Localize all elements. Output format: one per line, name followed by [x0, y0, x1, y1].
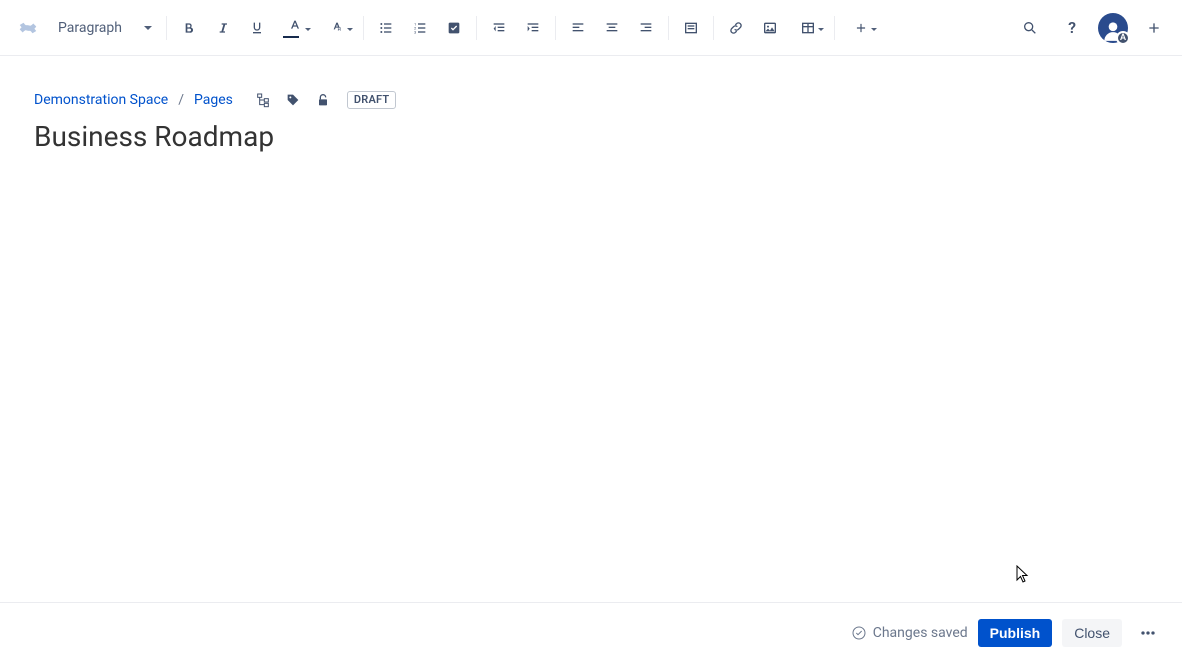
text-color-button[interactable] [275, 12, 315, 44]
insert-more-button[interactable] [841, 12, 881, 44]
search-icon [1022, 20, 1038, 36]
unlock-icon [315, 92, 331, 108]
search-button[interactable] [1014, 12, 1046, 44]
breadcrumb-space-link[interactable]: Demonstration Space [34, 92, 168, 108]
toolbar-separator [668, 16, 669, 40]
bullet-list-button[interactable] [370, 12, 402, 44]
breadcrumb-pages-link[interactable]: Pages [194, 92, 233, 108]
toolbar-separator [166, 16, 167, 40]
align-center-button[interactable] [596, 12, 628, 44]
align-right-button[interactable] [630, 12, 662, 44]
save-status: Changes saved [851, 625, 968, 641]
app-logo [16, 16, 40, 40]
editor-content: Demonstration Space / Pages DRAFT Busine… [0, 56, 1182, 154]
page-location-button[interactable] [253, 90, 273, 110]
breadcrumb-separator: / [178, 92, 184, 108]
page-title-input[interactable]: Business Roadmap [34, 120, 1148, 154]
restrictions-button[interactable] [313, 90, 333, 110]
toolbar-separator [713, 16, 714, 40]
chevron-down-icon [144, 26, 152, 30]
breadcrumb: Demonstration Space / Pages DRAFT [34, 90, 1148, 110]
underline-button[interactable] [241, 12, 273, 44]
toolbar-separator [834, 16, 835, 40]
draft-badge: DRAFT [347, 91, 396, 109]
editor-toolbar: Paragraph 123 [0, 0, 1182, 56]
save-status-text: Changes saved [873, 625, 968, 641]
outdent-button[interactable] [483, 12, 515, 44]
align-left-button[interactable] [562, 12, 594, 44]
link-button[interactable] [720, 12, 752, 44]
plus-icon [1146, 20, 1162, 36]
image-button[interactable] [754, 12, 786, 44]
labels-button[interactable] [283, 90, 303, 110]
paragraph-style-dropdown[interactable]: Paragraph [52, 16, 160, 40]
indent-button[interactable] [517, 12, 549, 44]
check-circle-icon [851, 625, 867, 641]
bold-button[interactable] [173, 12, 205, 44]
task-list-button[interactable] [438, 12, 470, 44]
toolbar-separator [476, 16, 477, 40]
tree-icon [255, 92, 271, 108]
help-button[interactable]: ? [1056, 12, 1088, 44]
numbered-list-button[interactable]: 123 [404, 12, 436, 44]
tag-icon [285, 92, 301, 108]
table-button[interactable] [788, 12, 828, 44]
more-actions-button[interactable] [1132, 617, 1164, 649]
paragraph-style-label: Paragraph [58, 20, 122, 36]
avatar-badge: A [1116, 31, 1130, 45]
invite-button[interactable] [1138, 12, 1170, 44]
svg-text:3: 3 [414, 29, 416, 34]
toolbar-separator [363, 16, 364, 40]
editor-footer: Changes saved Publish Close [0, 602, 1182, 662]
close-button[interactable]: Close [1062, 619, 1122, 647]
toolbar-separator [555, 16, 556, 40]
publish-button[interactable]: Publish [978, 619, 1053, 647]
user-avatar[interactable]: A [1098, 13, 1128, 43]
layout-button[interactable] [675, 12, 707, 44]
more-horizontal-icon [1138, 623, 1158, 643]
help-icon: ? [1068, 18, 1076, 37]
clear-formatting-button[interactable] [317, 12, 357, 44]
mouse-cursor [1016, 565, 1032, 585]
italic-button[interactable] [207, 12, 239, 44]
